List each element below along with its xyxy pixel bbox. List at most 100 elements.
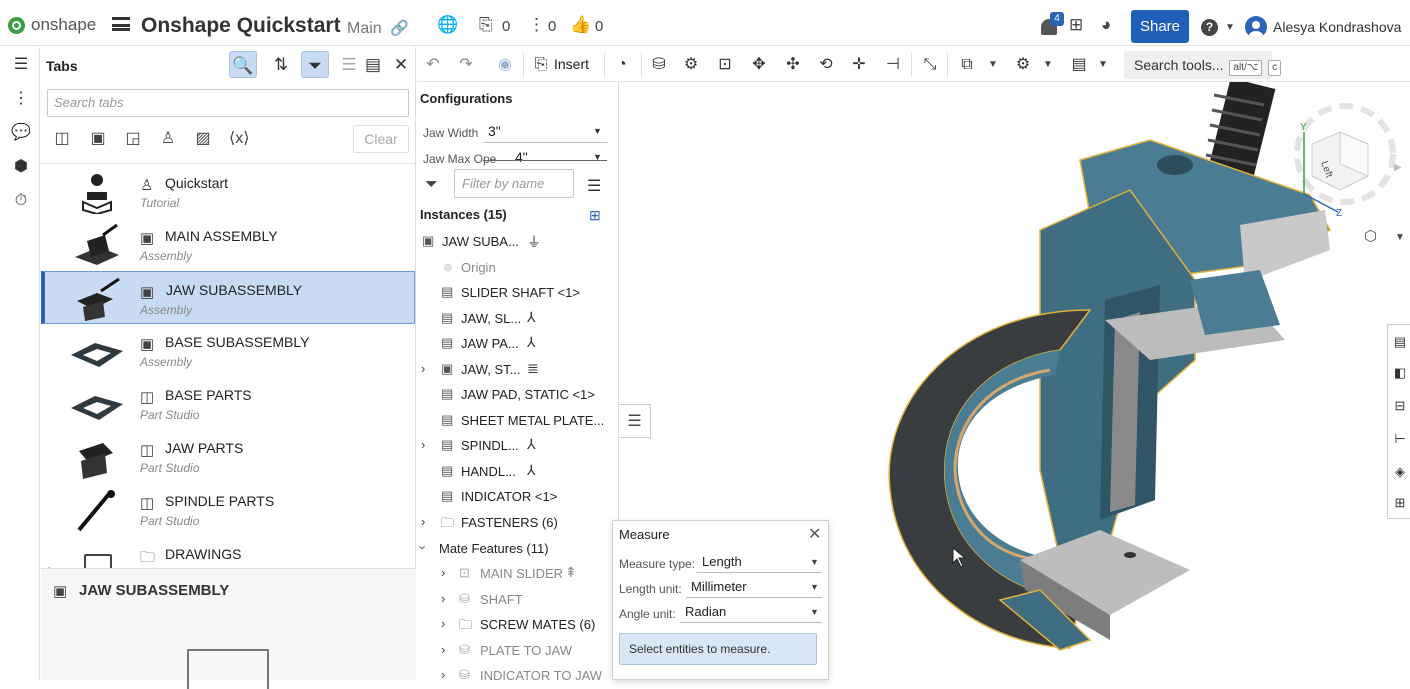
relations-icon[interactable]: ⚙ bbox=[1013, 55, 1033, 75]
tree-row[interactable]: ▤ JAW PA... ⅄ bbox=[417, 331, 618, 356]
comment-icon[interactable]: 💬 bbox=[11, 123, 31, 143]
share-button[interactable]: Share bbox=[1131, 10, 1189, 43]
chevron-right-icon[interactable]: › bbox=[441, 565, 445, 580]
tree-row[interactable]: › 🗀 SCREW MATES (6) bbox=[417, 612, 618, 637]
length-unit-select[interactable]: Millimeter bbox=[691, 579, 747, 594]
link-icon[interactable]: 🔗 bbox=[390, 19, 409, 37]
tree-row[interactable]: ▤ INDICATOR <1> bbox=[417, 484, 618, 509]
tab-item-base-parts[interactable]: ◫ BASE PARTS Part Studio bbox=[41, 377, 415, 430]
tree-row[interactable]: › Mate Features (11) bbox=[417, 536, 618, 561]
chevron-down-icon[interactable]: ▼ bbox=[593, 126, 602, 136]
document-title[interactable]: Onshape Quickstart bbox=[141, 14, 341, 38]
user-name[interactable]: Alesya Kondrashova bbox=[1273, 19, 1401, 35]
explode-caret-icon[interactable]: ▼ bbox=[1098, 59, 1108, 70]
explode-icon[interactable]: ▤ bbox=[1069, 55, 1089, 75]
menu-icon[interactable] bbox=[112, 17, 130, 31]
tree-row[interactable]: › ⛁ PLATE TO JAW bbox=[417, 638, 618, 663]
pin-slot-mate-icon[interactable]: ⟲ bbox=[816, 55, 836, 75]
sort-icon[interactable]: ⇅ bbox=[267, 51, 295, 78]
fastened-mate-icon[interactable]: ⚙ bbox=[681, 55, 701, 75]
configuration-icon[interactable]: ⊢ bbox=[1392, 431, 1408, 447]
tree-row[interactable]: ◎ Origin bbox=[417, 255, 618, 280]
chevron-down-icon[interactable]: ▼ bbox=[810, 607, 819, 617]
group-caret-icon[interactable]: ▼ bbox=[988, 59, 998, 70]
insert-button[interactable]: Insert bbox=[554, 56, 589, 72]
tree-row[interactable]: ▤ HANDL... ⅄ bbox=[417, 459, 618, 484]
filter-icon[interactable]: ⏷ bbox=[425, 176, 438, 194]
standard-content-icon[interactable]: ⛁ bbox=[649, 55, 669, 75]
chevron-down-icon[interactable]: ▼ bbox=[810, 582, 819, 592]
branch-label[interactable]: Main bbox=[347, 20, 382, 38]
right-arrow-icon[interactable]: ▶ bbox=[1394, 162, 1402, 173]
regenerate-icon[interactable]: ◉ bbox=[495, 55, 515, 75]
tree-row[interactable]: › ▣ JAW, ST... ≣ bbox=[417, 357, 618, 382]
search-tabs-input[interactable]: Search tabs bbox=[47, 89, 409, 117]
timeline-icon[interactable]: ◔ bbox=[612, 55, 632, 75]
detail-view-icon[interactable]: ▤ bbox=[359, 51, 387, 78]
tab-item-base-subassembly[interactable]: ▣ BASE SUBASSEMBLY Assembly bbox=[41, 324, 415, 377]
slider-mate-icon[interactable]: ✥ bbox=[749, 55, 769, 75]
chevron-right-icon[interactable]: › bbox=[441, 616, 445, 631]
insert-icon[interactable]: ⎘ bbox=[531, 55, 551, 75]
globe-icon[interactable]: 🌐 bbox=[437, 15, 458, 35]
clear-button[interactable]: Clear bbox=[353, 125, 409, 153]
chevron-right-icon[interactable]: › bbox=[421, 437, 425, 452]
view-cube[interactable]: Left Y Z bbox=[1290, 94, 1400, 234]
tangent-mate-icon[interactable]: ⤡ bbox=[920, 55, 940, 75]
tree-row[interactable]: ▤ JAW PAD, STATIC <1> bbox=[417, 382, 618, 407]
search-tools-input[interactable]: Search tools... alt/⌥ c bbox=[1124, 51, 1282, 79]
tab-item-jaw-parts[interactable]: ◫ JAW PARTS Part Studio bbox=[41, 430, 415, 483]
measure-type-select[interactable]: Length bbox=[702, 554, 742, 569]
like-icon[interactable]: 👍 bbox=[570, 15, 591, 35]
tree-row[interactable]: › ⊡ MAIN SLIDER ⇞ bbox=[417, 561, 618, 586]
tab-item-main-assembly[interactable]: ▣ MAIN ASSEMBLY Assembly bbox=[41, 218, 415, 271]
appearance-icon[interactable]: ◧ bbox=[1392, 365, 1408, 381]
tree-row[interactable]: › ▤ SPINDL... ⅄ bbox=[417, 433, 618, 458]
insert-mate-icon[interactable]: ⋮ bbox=[11, 89, 31, 109]
avatar[interactable] bbox=[1245, 16, 1267, 38]
filter-icon[interactable]: ⏷ bbox=[301, 51, 329, 78]
redo-icon[interactable]: ↷ bbox=[456, 55, 476, 75]
filter-by-name-input[interactable]: Filter by name bbox=[454, 169, 574, 198]
undo-icon[interactable]: ↶ bbox=[423, 55, 443, 75]
tutorial-filter-icon[interactable]: ♙ bbox=[158, 129, 178, 149]
tree-row[interactable]: ▤ SLIDER SHAFT <1> bbox=[417, 280, 618, 305]
feature-list-toggle-icon[interactable]: ☰ bbox=[619, 404, 651, 438]
tree-row[interactable]: ▤ JAW, SL... ⅄ bbox=[417, 306, 618, 331]
tree-row[interactable]: › ⛁ INDICATOR TO JAW bbox=[417, 663, 618, 680]
close-icon[interactable]: ✕ bbox=[808, 524, 821, 544]
view-options-caret-icon[interactable]: ▼ bbox=[1395, 232, 1405, 243]
chevron-right-icon[interactable]: › bbox=[441, 642, 445, 657]
learning-icon[interactable]: ◕ bbox=[1101, 15, 1111, 35]
image-filter-icon[interactable]: ▨ bbox=[193, 129, 213, 149]
angle-unit-select[interactable]: Radian bbox=[685, 604, 726, 619]
relations-caret-icon[interactable]: ▼ bbox=[1043, 59, 1053, 70]
assembly-filter-icon[interactable]: ▣ bbox=[88, 129, 108, 149]
app-store-icon[interactable]: ⊞ bbox=[1069, 15, 1083, 35]
bom-icon[interactable]: ⊟ bbox=[1392, 398, 1408, 414]
list-options-icon[interactable]: ☰ bbox=[587, 176, 601, 196]
part-studio-filter-icon[interactable]: ◫ bbox=[52, 129, 72, 149]
versions-icon[interactable]: ⎘ bbox=[479, 15, 493, 35]
tree-row[interactable]: › ⛁ SHAFT bbox=[417, 587, 618, 612]
mate-values-icon[interactable]: ⊞ bbox=[1392, 495, 1408, 511]
planar-mate-icon[interactable]: ✛ bbox=[849, 55, 869, 75]
chevron-right-icon[interactable]: › bbox=[421, 514, 425, 529]
chevron-right-icon[interactable]: › bbox=[421, 361, 425, 376]
config-select[interactable]: 4" bbox=[515, 149, 528, 165]
new-folder-icon[interactable]: ⊞ bbox=[589, 207, 601, 224]
render-studio-icon[interactable]: ◈ bbox=[1392, 464, 1408, 480]
onshape-logo[interactable]: onshape bbox=[8, 15, 96, 35]
tab-item-spindle-parts[interactable]: ◫ SPINDLE PARTS Part Studio bbox=[41, 483, 415, 536]
tree-row[interactable]: › 🗀 FASTENERS (6) bbox=[417, 510, 618, 535]
tab-item-quickstart[interactable]: ♙ Quickstart Tutorial bbox=[41, 165, 415, 218]
cylindrical-mate-icon[interactable]: ✣ bbox=[783, 55, 803, 75]
chevron-down-icon[interactable]: ▼ bbox=[810, 557, 819, 567]
tree-row[interactable]: ▤ SHEET METAL PLATE... bbox=[417, 408, 618, 433]
config-select[interactable]: 3" bbox=[488, 123, 501, 139]
revolute-mate-icon[interactable]: ⊡ bbox=[715, 55, 735, 75]
tree-row[interactable]: ▣ JAW SUBA... ⏚ bbox=[417, 229, 618, 254]
feature-list-icon[interactable]: ☰ bbox=[11, 55, 31, 75]
comments-icon[interactable]: ⋮ bbox=[528, 15, 545, 35]
view-options-icon[interactable]: ⬡ bbox=[1364, 227, 1377, 245]
